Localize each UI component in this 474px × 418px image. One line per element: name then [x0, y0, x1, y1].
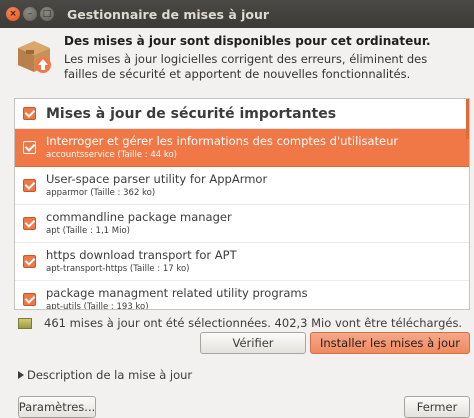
update-row[interactable]: User-space parser utility for AppArmor a… — [15, 167, 469, 205]
install-updates-button[interactable]: Installer les mises à jour — [310, 332, 470, 354]
update-checkbox[interactable] — [23, 179, 36, 192]
package-update-icon — [18, 41, 51, 73]
header-description: Les mises à jour logicielles corrigent d… — [64, 52, 428, 81]
status-text: 461 mises à jour ont été sélectionnées. … — [44, 316, 463, 330]
list-scrollbar[interactable] — [466, 99, 469, 309]
update-detail: accountsservice (Taille : 44 ko) — [46, 150, 177, 160]
title-bar: × – □ Gestionnaire de mises à jour — [0, 0, 474, 28]
update-checkbox[interactable] — [23, 217, 36, 230]
update-row[interactable]: commandline package manager apt (Taille … — [15, 205, 469, 243]
maximize-window-icon[interactable]: □ — [40, 7, 54, 21]
window-title: Gestionnaire de mises à jour — [67, 6, 270, 22]
update-name: https download transport for APT — [46, 248, 237, 262]
header: Des mises à jour sont disponibles pour c… — [14, 34, 464, 90]
update-description-expander[interactable]: Description de la mise à jour — [18, 368, 192, 382]
update-detail: apt (Taille : 1,1 Mio) — [46, 226, 130, 236]
close-button[interactable]: Fermer — [404, 396, 470, 418]
settings-button[interactable]: Paramètres... — [18, 396, 96, 418]
header-title: Des mises à jour sont disponibles pour c… — [64, 34, 431, 48]
window-controls: × – □ — [6, 7, 57, 21]
scrollbar-thumb[interactable] — [466, 99, 469, 139]
group-checkbox[interactable] — [23, 107, 36, 120]
close-window-icon[interactable]: × — [6, 7, 20, 21]
update-row[interactable]: package managment related utility progra… — [15, 281, 469, 310]
download-icon — [18, 317, 32, 329]
update-name: User-space parser utility for AppArmor — [46, 172, 268, 186]
update-detail: apparmor (Taille : 362 ko) — [46, 188, 156, 198]
update-name: commandline package manager — [46, 210, 232, 224]
group-security-updates[interactable]: Mises à jour de sécurité importantes — [15, 99, 469, 129]
minimize-window-icon[interactable]: – — [23, 7, 37, 21]
check-button[interactable]: Vérifier — [200, 332, 306, 354]
expander-label: Description de la mise à jour — [27, 368, 193, 382]
update-row[interactable]: https download transport for APT apt-tra… — [15, 243, 469, 281]
update-detail: apt-utils (Taille : 193 ko) — [46, 302, 149, 310]
updates-list[interactable]: Mises à jour de sécurité importantes Int… — [14, 98, 470, 310]
update-checkbox[interactable] — [23, 255, 36, 268]
expander-arrow-icon — [18, 371, 24, 379]
update-name: Interroger et gérer les informations des… — [46, 134, 399, 148]
update-detail: apt-transport-https (Taille : 17 ko) — [46, 264, 190, 274]
update-checkbox[interactable] — [23, 293, 36, 306]
update-name: package managment related utility progra… — [46, 286, 308, 300]
group-label: Mises à jour de sécurité importantes — [46, 105, 337, 122]
update-row[interactable]: Interroger et gérer les informations des… — [15, 129, 469, 167]
update-checkbox[interactable] — [23, 141, 36, 154]
status-bar: 461 mises à jour ont été sélectionnées. … — [18, 316, 462, 330]
